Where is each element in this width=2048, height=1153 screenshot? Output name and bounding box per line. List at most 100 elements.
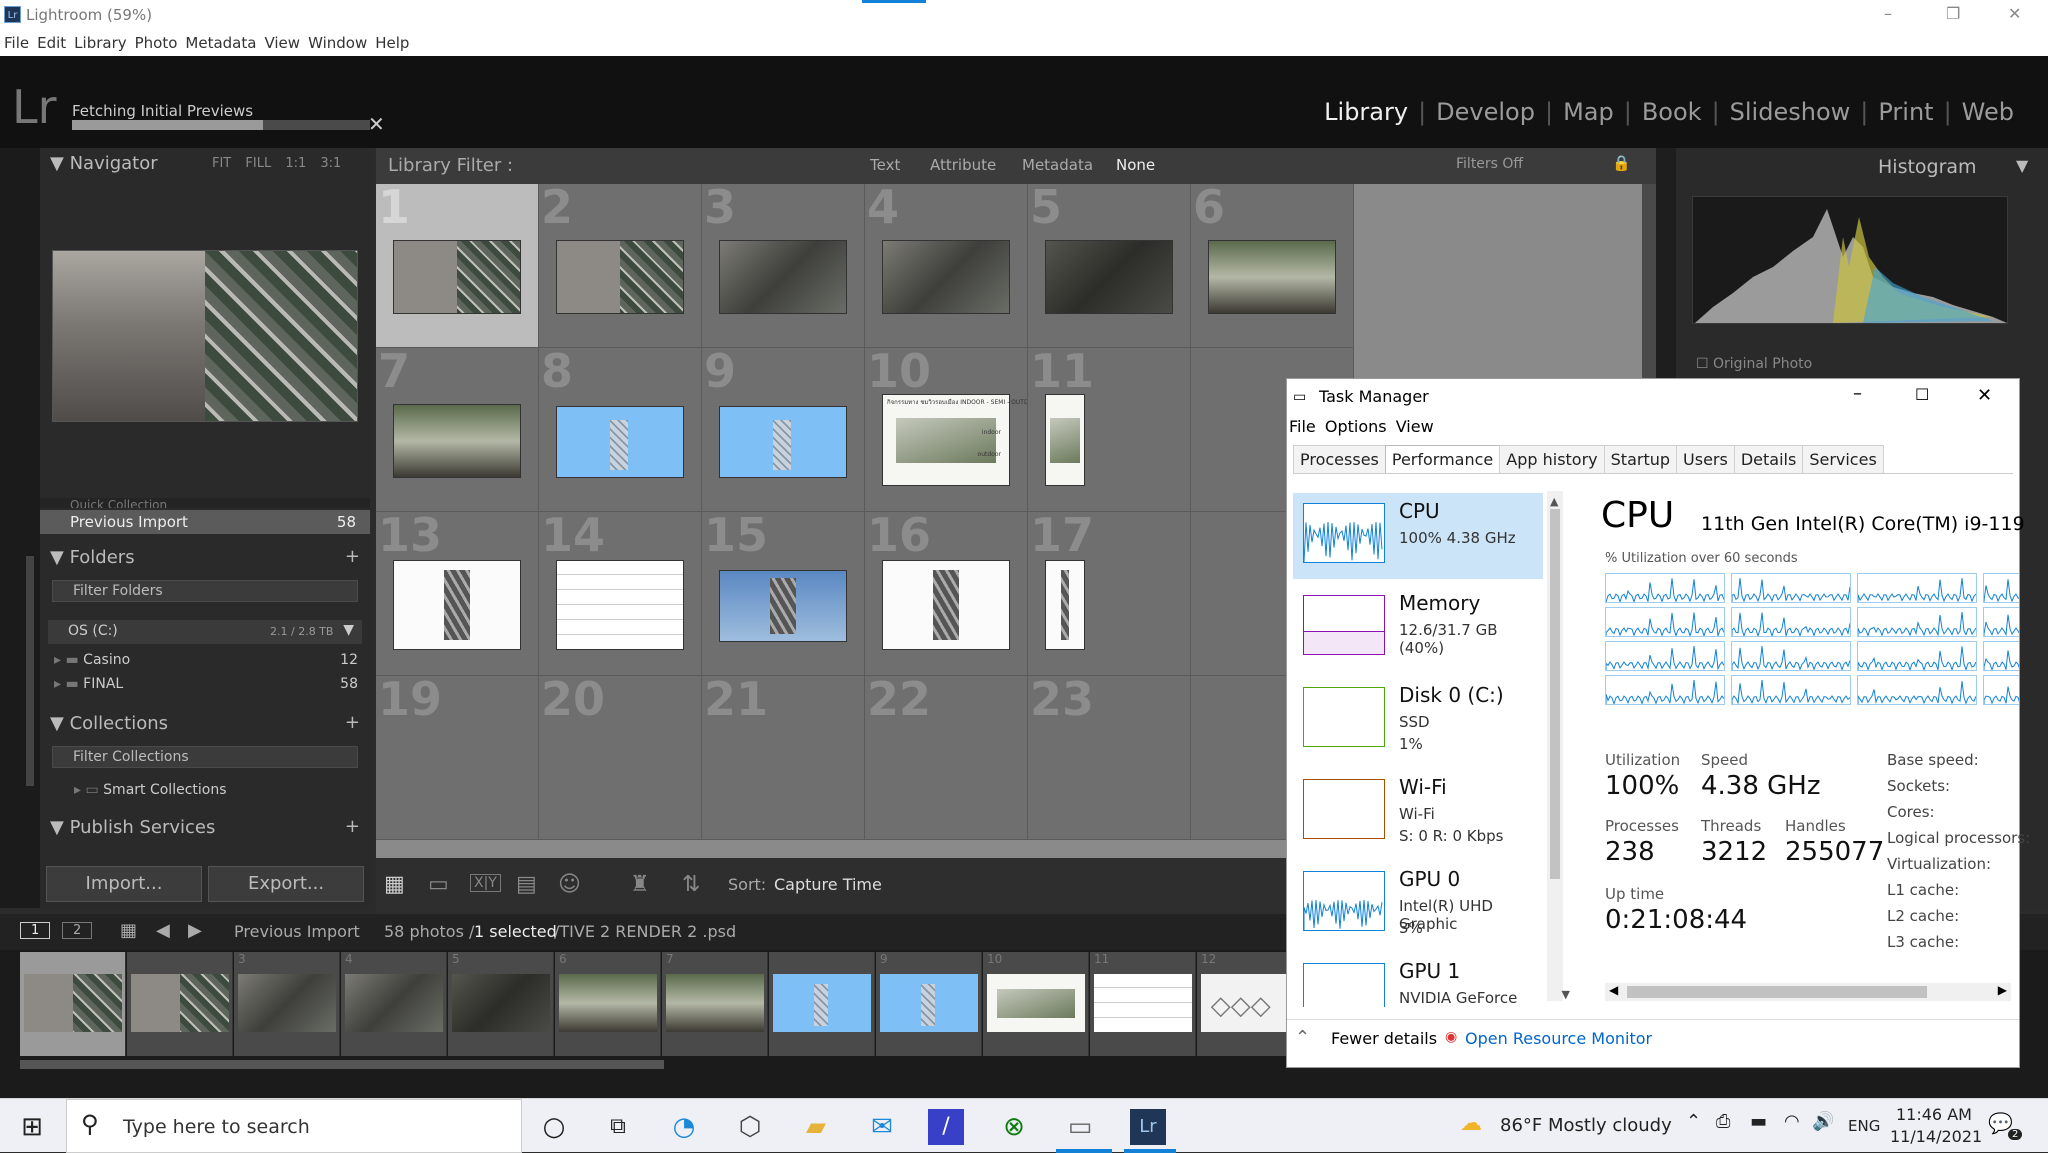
tm-resource-disk-0-c[interactable]: Disk 0 (C:) SSD 1% bbox=[1293, 677, 1543, 763]
photo-thumbnail[interactable] bbox=[1045, 394, 1085, 486]
secondary-window-button[interactable]: 2 bbox=[62, 922, 93, 939]
photo-thumbnail[interactable] bbox=[1045, 560, 1085, 650]
volume-icon[interactable]: 🔊 bbox=[1812, 1111, 1834, 1132]
tm-h-scrollbar[interactable]: ◀ ▶ bbox=[1605, 983, 2011, 1001]
photo-thumbnail[interactable] bbox=[719, 570, 847, 642]
people-view-icon[interactable]: ☺ bbox=[558, 872, 581, 897]
folder-casino[interactable]: ▸ ▬ Casino 12 bbox=[40, 650, 370, 670]
filmstrip-thumb[interactable]: 4 bbox=[341, 952, 447, 1056]
filmstrip-thumb[interactable]: 6 bbox=[555, 952, 661, 1056]
grid-cell[interactable]: 22 bbox=[865, 676, 1028, 840]
tm-resource-wi-fi[interactable]: Wi-Fi Wi-Fi S: 0 R: 0 Kbps bbox=[1293, 769, 1543, 855]
tab-startup[interactable]: Startup bbox=[1603, 445, 1678, 473]
collections-header[interactable]: ▼ Collections + bbox=[40, 708, 370, 738]
weather-text[interactable]: 86°F Mostly cloudy bbox=[1500, 1115, 1672, 1136]
open-resource-monitor-link[interactable]: Open Resource Monitor bbox=[1465, 1029, 1652, 1048]
tm-side-scrollbar[interactable]: ▲ ▼ bbox=[1547, 491, 1570, 1001]
photo-thumbnail[interactable] bbox=[719, 406, 847, 478]
original-photo-checkbox[interactable]: ☐ Original Photo bbox=[1696, 356, 1812, 372]
filmstrip-thumb[interactable]: 7 bbox=[662, 952, 768, 1056]
filmstrip-thumb[interactable]: 11 bbox=[1090, 952, 1196, 1056]
filmstrip-thumb[interactable] bbox=[769, 952, 875, 1056]
filmstrip-thumb[interactable] bbox=[20, 952, 126, 1056]
grid-cell[interactable]: 6 bbox=[1191, 184, 1354, 348]
menu-library[interactable]: Library bbox=[70, 30, 130, 52]
navigator-zoom-options[interactable]: FIT FILL 1:1 3:1 bbox=[212, 156, 341, 171]
grid-cell[interactable]: 16 bbox=[865, 512, 1028, 676]
volume-os-c[interactable]: OS (C:) 2.1 / 2.8 TB ▼ bbox=[48, 620, 362, 644]
menu-help[interactable]: Help bbox=[371, 30, 413, 52]
tm-menu-view[interactable]: View bbox=[1396, 417, 1434, 436]
filter-text[interactable]: Text bbox=[870, 156, 900, 174]
filmstrip-source[interactable]: Previous Import bbox=[234, 922, 360, 941]
primary-window-button[interactable]: 1 bbox=[20, 922, 51, 939]
tab-performance[interactable]: Performance bbox=[1384, 445, 1501, 473]
grid-cell[interactable]: 14 bbox=[539, 512, 702, 676]
grid-cell[interactable]: 7 bbox=[376, 348, 539, 512]
navigator-header[interactable]: ▼ Navigator FIT FILL 1:1 3:1 bbox=[40, 148, 370, 178]
grid-cell[interactable]: 21 bbox=[702, 676, 865, 840]
photo-thumbnail[interactable]: กิจกรรมทาง ชมวิวรอบเมือง INDOOR - SEMI -… bbox=[882, 394, 1027, 486]
grid-cell[interactable]: 1 bbox=[376, 184, 539, 348]
filter-collections-input[interactable]: Filter Collections bbox=[52, 746, 358, 768]
grid-cell[interactable]: 20 bbox=[539, 676, 702, 840]
menu-window[interactable]: Window bbox=[304, 30, 371, 52]
menu-file[interactable]: File bbox=[0, 30, 33, 52]
previous-import-item[interactable]: Previous Import 58 bbox=[40, 510, 370, 534]
grid-cell[interactable]: 13 bbox=[376, 512, 539, 676]
photo-thumbnail[interactable] bbox=[393, 240, 521, 314]
taskbar-search-box[interactable]: ⚲ Type here to search bbox=[66, 1099, 522, 1153]
forward-arrow-icon[interactable]: ▶ bbox=[188, 920, 202, 941]
lock-icon[interactable]: 🔒 bbox=[1612, 154, 1631, 172]
tray-app-icon[interactable]: ⎙ bbox=[1716, 1111, 1730, 1132]
clock-time[interactable]: 11:46 AM bbox=[1896, 1105, 1972, 1124]
menu-metadata[interactable]: Metadata bbox=[181, 30, 260, 52]
filmstrip-thumb[interactable]: 10 bbox=[983, 952, 1089, 1056]
task-manager-taskbar-icon[interactable]: ▭ bbox=[1060, 1107, 1100, 1147]
filmstrip-thumb[interactable]: 9 bbox=[876, 952, 982, 1056]
left-scrollbar[interactable] bbox=[26, 556, 34, 786]
close-button[interactable]: ✕ bbox=[2008, 4, 2021, 23]
photo-thumbnail[interactable] bbox=[882, 560, 1010, 650]
menu-edit[interactable]: Edit bbox=[33, 30, 70, 52]
tab-users[interactable]: Users bbox=[1676, 445, 1735, 473]
filter-metadata[interactable]: Metadata bbox=[1022, 156, 1093, 174]
sort-direction-icon[interactable]: ⇅ bbox=[682, 872, 700, 897]
grid-cell[interactable]: 8 bbox=[539, 348, 702, 512]
module-develop[interactable]: Develop bbox=[1426, 98, 1545, 126]
battery-icon[interactable]: ▬ bbox=[1750, 1111, 1767, 1132]
tm-menu-options[interactable]: Options bbox=[1325, 417, 1387, 436]
photo-thumbnail[interactable] bbox=[882, 240, 1010, 314]
photo-thumbnail[interactable] bbox=[556, 560, 684, 650]
photo-thumbnail[interactable] bbox=[1208, 240, 1336, 314]
file-explorer-icon[interactable]: ▰ bbox=[796, 1107, 836, 1147]
folders-header[interactable]: ▼ Folders + bbox=[40, 542, 370, 572]
grid-view-icon[interactable]: ▦ bbox=[384, 872, 405, 897]
xbox-icon[interactable]: ⊗ bbox=[994, 1107, 1034, 1147]
lightroom-taskbar-icon[interactable]: Lr bbox=[1130, 1109, 1166, 1145]
tm-maximize-button[interactable]: ☐ bbox=[1915, 385, 1929, 404]
photo-thumbnail[interactable] bbox=[556, 406, 684, 478]
publish-services-header[interactable]: ▼ Publish Services + bbox=[40, 812, 370, 842]
tab-processes[interactable]: Processes bbox=[1293, 445, 1386, 473]
quick-collection[interactable]: Quick Collection bbox=[40, 498, 370, 508]
grid-cell[interactable]: 19 bbox=[376, 676, 539, 840]
export-button[interactable]: Export... bbox=[208, 866, 364, 902]
start-windows-icon[interactable]: ⊞ bbox=[12, 1107, 52, 1147]
module-library[interactable]: Library bbox=[1314, 98, 1418, 126]
filmstrip-scrollbar[interactable] bbox=[20, 1060, 664, 1069]
tm-close-button[interactable]: ✕ bbox=[1977, 385, 1992, 406]
grid-cell[interactable]: 3 bbox=[702, 184, 865, 348]
tm-menu-file[interactable]: File bbox=[1289, 417, 1316, 436]
unity-hub-icon[interactable]: ⬡ bbox=[730, 1107, 770, 1147]
add-publish-icon[interactable]: + bbox=[345, 816, 360, 837]
spray-can-icon[interactable]: ♜ bbox=[630, 872, 650, 897]
wifi-icon[interactable]: ◠ bbox=[1784, 1111, 1800, 1132]
filmstrip-thumb[interactable] bbox=[127, 952, 233, 1056]
tab-app-history[interactable]: App history bbox=[1499, 445, 1605, 473]
menu-view[interactable]: View bbox=[260, 30, 304, 52]
grid-icon[interactable]: ▦ bbox=[120, 920, 137, 941]
back-arrow-icon[interactable]: ◀ bbox=[156, 920, 170, 941]
grid-cell[interactable]: 4 bbox=[865, 184, 1028, 348]
filter-attribute[interactable]: Attribute bbox=[930, 156, 996, 174]
